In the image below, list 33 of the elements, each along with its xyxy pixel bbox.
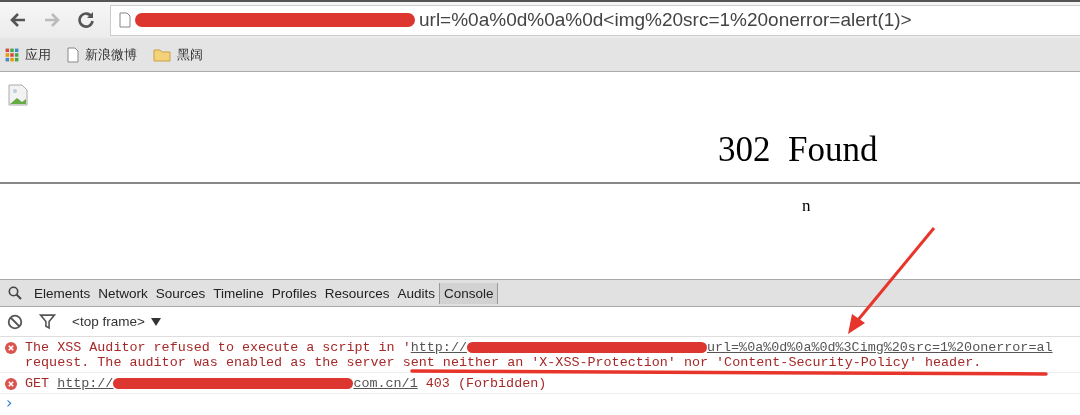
devtools-tab[interactable]: Console <box>438 282 499 304</box>
search-icon[interactable] <box>8 286 22 300</box>
devtools-tab[interactable]: Timeline <box>209 282 268 304</box>
bookmark-label: 新浪微博 <box>85 45 137 64</box>
address-bar[interactable]: url=%0a%0d%0a%0d<img%20src=1%20onerror=alert(1)> <box>110 4 1080 36</box>
frame-selector[interactable]: <top frame> <box>72 314 161 329</box>
bookmark-label: 应用 <box>25 45 51 64</box>
page-text: n <box>802 196 811 216</box>
devtools-tab[interactable]: Profiles <box>267 282 321 304</box>
page-icon <box>67 46 79 63</box>
bookmark-label: 黑阔 <box>177 45 203 64</box>
console-message: GET <box>25 376 51 391</box>
url-link[interactable]: http:// com.cn/1 <box>57 376 418 391</box>
devtools-tab[interactable]: Network <box>94 282 152 304</box>
error-icon <box>5 378 17 390</box>
devtools-tab[interactable]: Sources <box>151 282 210 304</box>
caret-icon <box>150 317 161 326</box>
devtools-tab[interactable]: Audits <box>393 282 439 304</box>
apps-grid-icon <box>5 47 19 62</box>
folder-icon <box>153 47 171 62</box>
clear-icon[interactable] <box>7 313 23 330</box>
url-link[interactable]: http:// url=%0a%0d%0a%0d%3Cimg%20src=1%20onerror=al <box>410 340 1053 355</box>
reload-icon[interactable] <box>76 10 96 30</box>
page-icon <box>119 12 131 28</box>
console-message: 403 (Forbidden) <box>424 376 547 391</box>
devtools-tab[interactable]: Elements <box>30 282 95 304</box>
console-message: The XSS Auditor refused to execute a script in ' <box>25 340 411 355</box>
devtools-tab[interactable]: Resources <box>320 282 394 304</box>
error-icon <box>5 342 17 354</box>
page-heading: 302 Found <box>718 130 878 170</box>
filter-icon[interactable] <box>39 313 56 330</box>
console-message: request. The auditor was enabled as the server sent neither an 'X-XSS-Protection' nor 'Content-Security-Policy' header. <box>25 355 982 370</box>
console-prompt[interactable]: › <box>6 393 13 412</box>
